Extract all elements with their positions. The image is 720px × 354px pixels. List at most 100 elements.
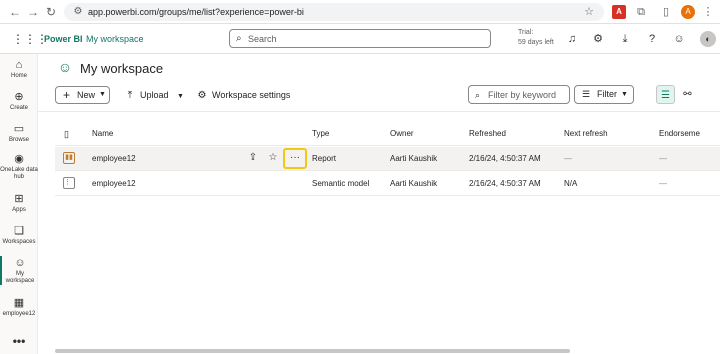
trial-label: Trial:	[518, 29, 534, 36]
workspace-settings-label: Workspace settings	[212, 90, 291, 100]
item-name[interactable]: employee12	[92, 178, 136, 190]
favorite-star-icon[interactable]: ☆	[266, 151, 280, 165]
doc-type-header-icon: ▯	[64, 129, 69, 139]
help-icon[interactable]: ?	[645, 32, 659, 46]
filter-placeholder: Filter by keyword	[488, 90, 557, 100]
download-icon[interactable]: ⤓	[618, 32, 632, 46]
nav-label: Browse	[8, 137, 29, 143]
onelake-icon: ◉	[14, 153, 24, 165]
avatar[interactable]: ◐	[700, 31, 716, 47]
lineage-view-icon[interactable]: ⚯	[678, 85, 697, 104]
more-nav-button[interactable]: •••	[0, 334, 38, 348]
table-row[interactable]: ⋮⋮ employee12 Semantic model Aarti Kaush…	[55, 172, 720, 196]
trial-days: 59 days left	[518, 39, 554, 46]
nav-item-workspaces[interactable]: ❑ Workspaces	[0, 224, 38, 246]
workspaces-icon: ❑	[14, 225, 24, 237]
address-bar[interactable]: ⚙ app.powerbi.com/groups/me/list?experie…	[64, 3, 604, 21]
gear-icon[interactable]: ⚙	[591, 32, 605, 46]
chevron-down-icon: ▼	[621, 91, 628, 98]
item-refreshed: 2/16/24, 4:50:37 AM	[469, 154, 541, 163]
workspace-toolbar: + New ▼ ⤒ Upload ▼ ⚙ Workspace settings ⌕ …	[38, 84, 720, 112]
column-header-owner[interactable]: Owner	[390, 128, 414, 140]
search-input[interactable]: ⌕ Search	[229, 29, 491, 48]
semantic-model-icon: ⋮⋮	[63, 177, 78, 189]
item-endorsement: —	[659, 154, 667, 163]
upload-button[interactable]: ⤒ Upload ▼	[124, 86, 184, 104]
extensions-puzzle-icon[interactable]: ⧉	[634, 5, 648, 19]
column-header-refreshed[interactable]: Refreshed	[469, 128, 506, 140]
more-options-button[interactable]: ···	[283, 148, 307, 169]
table-row[interactable]: ▮▮ employee12 ⇪ ☆ ··· Report Aarti Kaush…	[55, 147, 720, 171]
bookmark-star-icon[interactable]: ☆	[584, 6, 594, 18]
horizontal-scrollbar[interactable]	[55, 349, 570, 353]
item-next-refresh: —	[564, 154, 572, 163]
share-icon[interactable]: ⇪	[246, 151, 260, 165]
column-header-endorsement[interactable]: Endorseme	[659, 128, 700, 140]
app-launcher-icon[interactable]: ⋮⋮⋮	[12, 32, 48, 46]
workspace-person-icon: ☺	[57, 59, 73, 75]
table-header: ▯ Name Type Owner Refreshed Next refresh…	[55, 122, 720, 146]
column-header-type[interactable]: Type	[312, 128, 329, 140]
site-info-icon[interactable]: ⚙	[72, 6, 84, 18]
nav-item-browse[interactable]: ▭ Browse	[0, 122, 38, 144]
column-header-name[interactable]: Name	[92, 128, 113, 140]
nav-item-my-workspace[interactable]: ☺ My workspace	[0, 256, 38, 285]
nav-item-home[interactable]: ⌂ Home	[0, 58, 38, 80]
side-panel-icon[interactable]: ▯	[659, 5, 673, 19]
apps-icon: ⊞	[14, 193, 24, 205]
filter-button[interactable]: ☰ Filter ▼	[574, 85, 634, 104]
filter-input[interactable]: ⌕ Filter by keyword	[468, 85, 570, 104]
more-vertical-icon[interactable]: ⋮	[701, 5, 715, 19]
nav-label: My workspace	[5, 271, 35, 284]
plus-circle-icon: ⊕	[14, 91, 24, 103]
item-type: Semantic model	[312, 179, 370, 188]
chevron-down-icon: ▼	[177, 93, 184, 100]
search-icon: ⌕	[236, 33, 242, 44]
nav-label: Create	[9, 105, 28, 111]
nav-label: Workspaces	[2, 239, 36, 245]
page-title: My workspace	[80, 61, 164, 76]
filter-icon: ☰	[582, 89, 591, 99]
item-next-refresh: N/A	[564, 179, 578, 188]
forward-arrow-icon[interactable]: →	[26, 5, 40, 19]
browser-profile-avatar[interactable]: A	[681, 5, 695, 19]
bell-icon[interactable]: ♫	[565, 32, 579, 46]
nav-label: employee12	[2, 311, 36, 317]
back-arrow-icon[interactable]: ←	[8, 5, 22, 19]
column-header-next-refresh[interactable]: Next refresh	[564, 128, 608, 140]
left-navigation: ⌂ Home ⊕ Create ▭ Browse ◉ OneLake data …	[0, 54, 38, 354]
nav-label: Apps	[12, 207, 26, 213]
list-view-icon[interactable]: ☰	[656, 85, 675, 104]
item-owner: Aarti Kaushik	[390, 179, 438, 188]
home-icon: ⌂	[15, 59, 23, 71]
workspace-settings-button[interactable]: ⚙ Workspace settings	[196, 86, 291, 104]
item-type: Report	[312, 154, 337, 163]
url-text[interactable]: app.powerbi.com/groups/me/list?experienc…	[88, 6, 304, 18]
item-name[interactable]: employee12	[92, 153, 136, 165]
person-icon: ☺	[14, 257, 26, 269]
new-label: New	[77, 90, 96, 100]
plus-icon: +	[63, 88, 71, 102]
feedback-icon[interactable]: ☺	[672, 32, 686, 46]
app-header: ⋮⋮⋮ Power BI My workspace ⌕ Search Trial…	[0, 24, 720, 54]
model-icon: ▦	[13, 297, 25, 309]
item-owner: Aarti Kaushik	[390, 154, 438, 163]
upload-label: Upload	[140, 90, 169, 100]
nav-item-apps[interactable]: ⊞ Apps	[0, 192, 38, 214]
report-icon: ▮▮	[63, 152, 75, 164]
item-refreshed: 2/16/24, 4:50:37 AM	[469, 179, 541, 188]
search-placeholder: Search	[248, 34, 277, 44]
pdf-extension-icon[interactable]: A	[612, 5, 626, 19]
reload-icon[interactable]: ↻	[44, 5, 58, 19]
nav-item-create[interactable]: ⊕ Create	[0, 90, 38, 112]
nav-item-employee12[interactable]: ▦ employee12	[0, 296, 38, 318]
nav-label: Home	[10, 73, 27, 79]
search-icon: ⌕	[475, 90, 481, 100]
breadcrumb[interactable]: My workspace	[86, 33, 144, 45]
upload-icon: ⤒	[127, 90, 133, 101]
trial-status[interactable]: Trial: 59 days left	[518, 28, 554, 48]
new-button[interactable]: + New ▼	[55, 86, 110, 104]
nav-item-onelake[interactable]: ◉ OneLake data hub	[0, 152, 38, 181]
app-name[interactable]: Power BI	[44, 33, 83, 45]
gear-icon: ⚙	[197, 90, 207, 101]
